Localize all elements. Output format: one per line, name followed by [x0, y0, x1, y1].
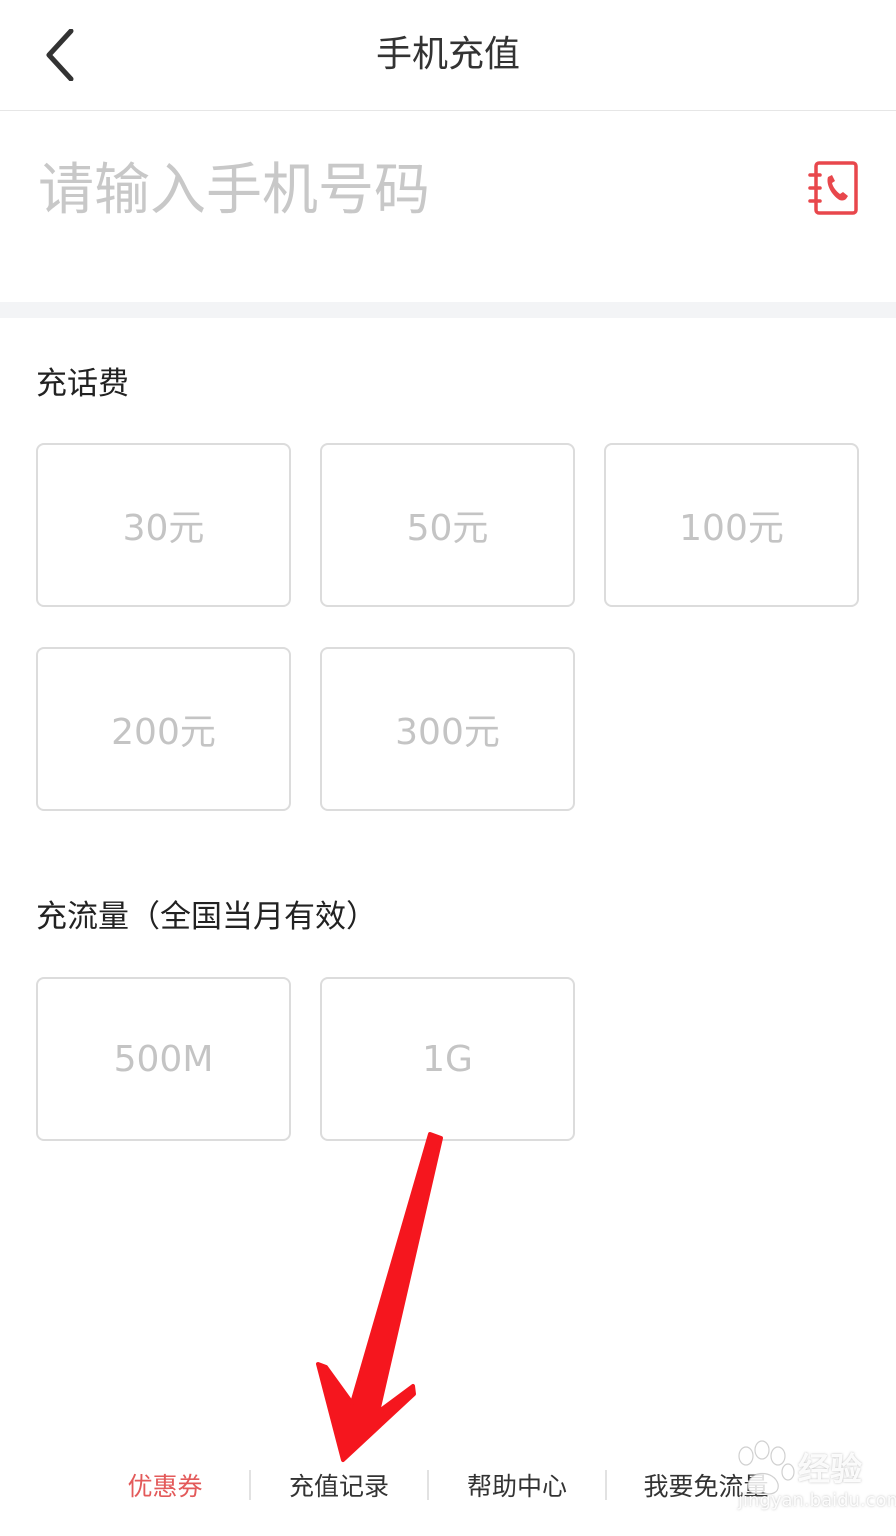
nav-divider	[605, 1470, 607, 1500]
nav-free-data[interactable]: 我要免流量	[608, 1452, 804, 1518]
phone-input-section	[0, 111, 896, 301]
recharge-option-50[interactable]: 50元	[320, 443, 575, 607]
bottom-nav: 优惠券 充值记录 帮助中心 我要免流量	[0, 1452, 896, 1518]
address-book-phone-icon	[808, 161, 858, 215]
nav-recharge-history[interactable]: 充值记录	[252, 1452, 426, 1518]
recharge-option-100[interactable]: 100元	[604, 443, 859, 607]
page-title: 手机充值	[375, 34, 520, 75]
recharge-option-200[interactable]: 200元	[36, 647, 291, 811]
phone-number-input[interactable]	[36, 149, 760, 231]
recharge-section-title: 充话费	[36, 366, 129, 402]
nav-divider	[427, 1470, 429, 1500]
nav-coupons[interactable]: 优惠券	[80, 1452, 250, 1518]
nav-header: 手机充值	[0, 0, 896, 111]
section-divider	[0, 302, 896, 318]
contacts-button[interactable]	[806, 159, 862, 219]
recharge-option-300[interactable]: 300元	[320, 647, 575, 811]
data-option-1g[interactable]: 1G	[320, 977, 575, 1141]
nav-divider	[249, 1470, 251, 1500]
nav-help-center[interactable]: 帮助中心	[430, 1452, 604, 1518]
recharge-option-30[interactable]: 30元	[36, 443, 291, 607]
data-option-500m[interactable]: 500M	[36, 977, 291, 1141]
data-plan-section-title: 充流量（全国当月有效）	[36, 899, 377, 935]
